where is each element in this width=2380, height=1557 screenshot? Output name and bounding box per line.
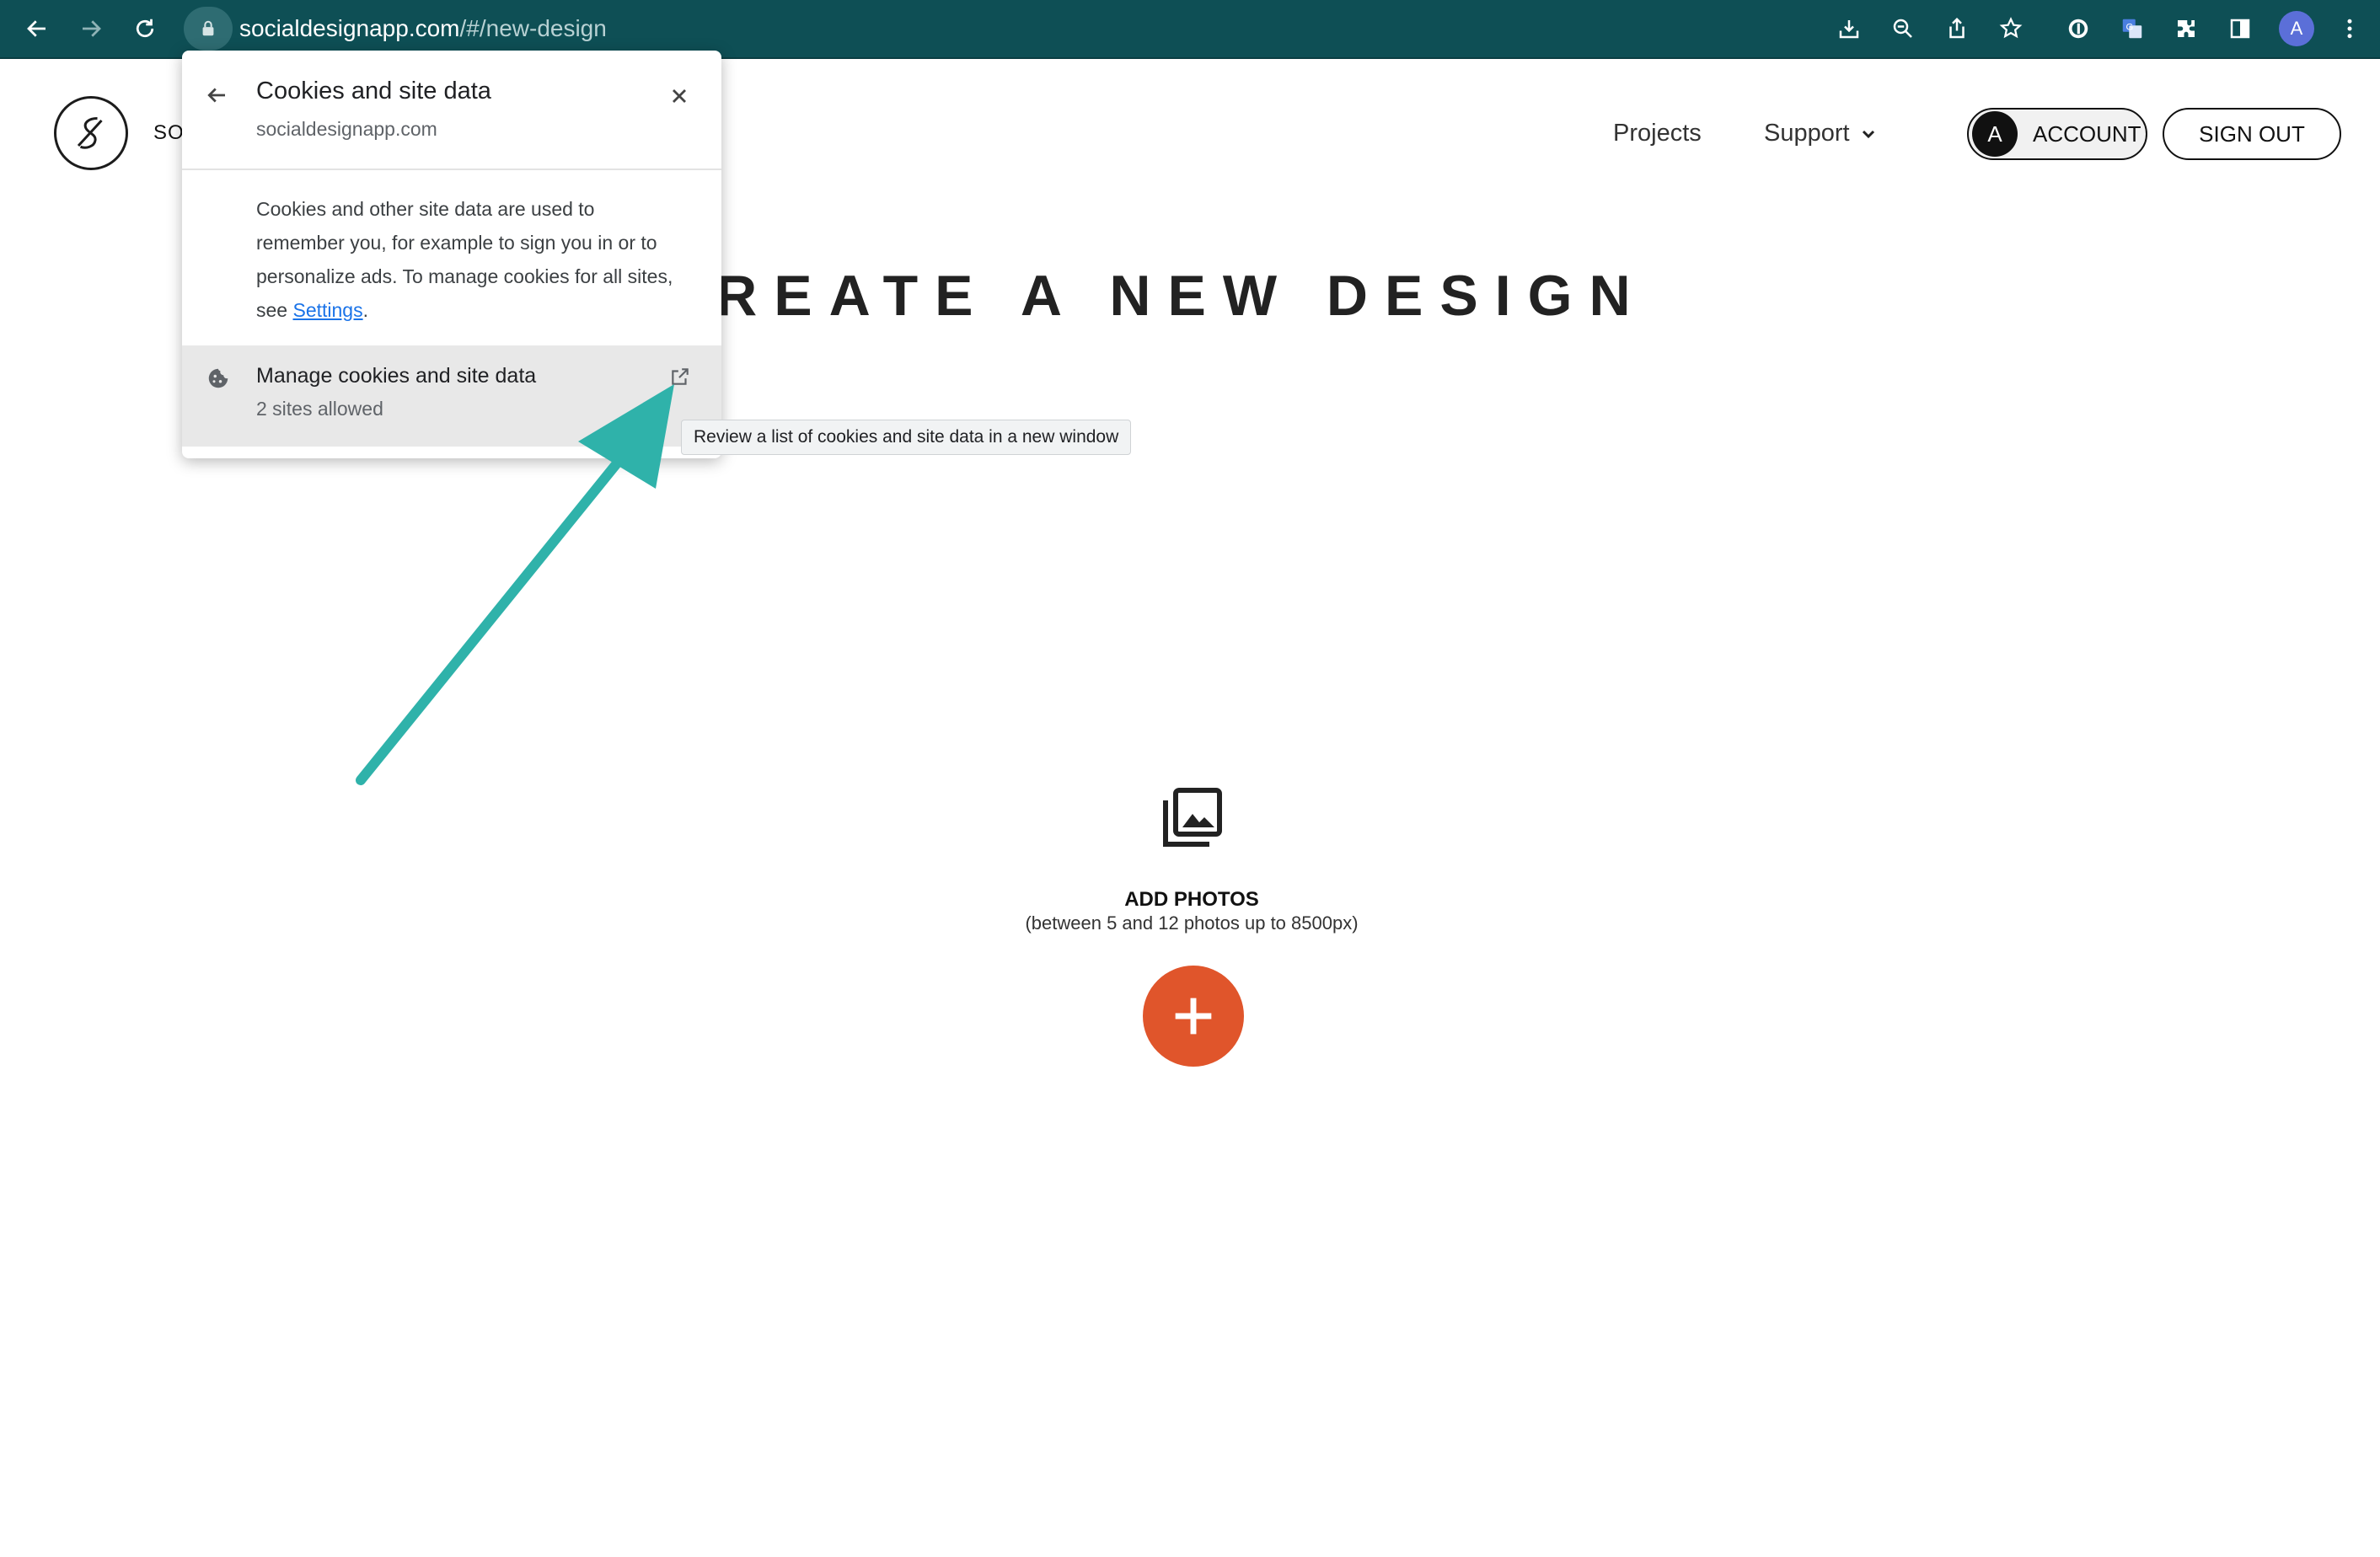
address-bar[interactable]: socialdesignapp.com/#/new-design: [184, 7, 1852, 51]
install-icon[interactable]: [1827, 7, 1871, 51]
back-icon[interactable]: [15, 7, 59, 51]
account-label: ACCOUNT: [2033, 120, 2141, 147]
description-period: .: [362, 299, 368, 321]
close-icon[interactable]: [667, 84, 691, 108]
open-in-new-window-icon[interactable]: [669, 366, 691, 388]
url-path: /#/new-design: [459, 15, 607, 41]
reload-icon[interactable]: [123, 7, 167, 51]
cookie-icon: [208, 368, 228, 388]
url-host: socialdesignapp.com: [239, 15, 460, 41]
site-logo[interactable]: [54, 96, 128, 170]
share-icon[interactable]: [1935, 7, 1979, 51]
add-photos-button[interactable]: [1143, 966, 1244, 1067]
popup-title: Cookies and site data: [256, 78, 491, 104]
manage-cookies-subtitle: 2 sites allowed: [256, 398, 383, 420]
manage-cookies-title: Manage cookies and site data: [256, 364, 537, 388]
svg-text:G: G: [2126, 22, 2134, 32]
manage-cookies-row[interactable]: Manage cookies and site data 2 sites all…: [182, 345, 721, 447]
url-text[interactable]: socialdesignapp.com/#/new-design: [239, 13, 607, 44]
more-menu-icon[interactable]: [2328, 7, 2372, 51]
tooltip: Review a list of cookies and site data i…: [681, 420, 1132, 455]
lock-icon[interactable]: [184, 7, 233, 51]
plus-icon: [1175, 998, 1212, 1035]
translate-icon[interactable]: G: [2110, 7, 2154, 51]
password-manager-icon[interactable]: [2056, 7, 2100, 51]
extensions-icon[interactable]: [2164, 7, 2208, 51]
profile-avatar[interactable]: A: [2279, 11, 2314, 46]
photo-library-icon[interactable]: [1159, 784, 1226, 851]
account-avatar: A: [1972, 111, 2018, 157]
brand-name: SO: [153, 121, 185, 144]
sign-out-button[interactable]: SIGN OUT: [2163, 108, 2341, 160]
settings-link[interactable]: Settings: [292, 299, 362, 321]
divider: [182, 169, 721, 170]
back-arrow-icon[interactable]: [204, 83, 229, 108]
popup-description: Cookies and other site data are used to …: [256, 192, 678, 327]
add-photos-title: ADD PHOTOS: [1124, 888, 1259, 911]
cookies-popup: Cookies and site data socialdesignapp.co…: [182, 51, 721, 458]
side-panel-icon[interactable]: [2218, 7, 2262, 51]
page-title: CREATE A NEW DESIGN: [657, 264, 1648, 328]
bookmark-star-icon[interactable]: [1989, 7, 2033, 51]
popup-domain: socialdesignapp.com: [256, 118, 437, 140]
nav-support[interactable]: Support: [1764, 120, 1879, 147]
account-button[interactable]: A ACCOUNT: [1967, 108, 2147, 160]
nav-projects[interactable]: Projects: [1613, 120, 1702, 147]
chevron-down-icon: [1862, 130, 1874, 138]
forward-icon[interactable]: [69, 7, 113, 51]
add-photos-subtitle: (between 5 and 12 photos up to 8500px): [1025, 912, 1359, 934]
nav-support-label: Support: [1764, 120, 1850, 147]
zoom-icon[interactable]: [1881, 7, 1925, 51]
logo-icon: [77, 117, 103, 149]
